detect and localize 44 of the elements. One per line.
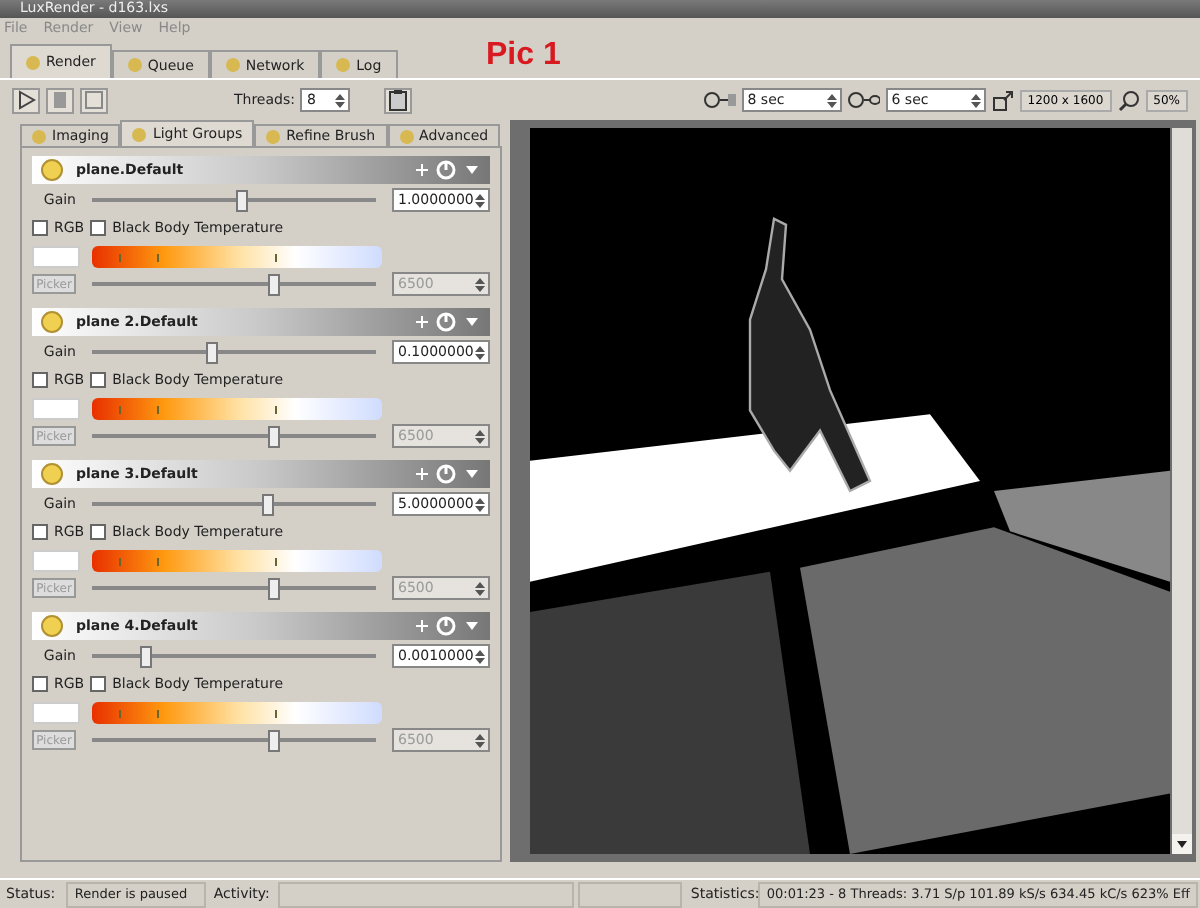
- header-controls-icon: [410, 160, 482, 180]
- stop-button[interactable]: [80, 87, 108, 113]
- checkbox[interactable]: [90, 372, 107, 388]
- progress-field: [578, 881, 683, 907]
- zoom-icon: [1117, 89, 1140, 111]
- annotation-label: Pic 1: [486, 38, 561, 74]
- checkbox[interactable]: [90, 524, 107, 540]
- spinner-arrows-icon[interactable]: [474, 275, 486, 293]
- timer-eye-icon: [847, 90, 880, 110]
- header-controls-icon: [410, 616, 482, 636]
- checkbox[interactable]: [32, 676, 48, 692]
- checkbox[interactable]: [32, 220, 48, 236]
- color-swatch[interactable]: [32, 397, 80, 419]
- checkbox[interactable]: [32, 372, 48, 388]
- spinner-arrows-icon[interactable]: [474, 191, 486, 209]
- clipboard-button[interactable]: [384, 87, 413, 113]
- checkbox[interactable]: [90, 220, 107, 236]
- resize-icon: [991, 89, 1014, 111]
- checkbox[interactable]: [32, 524, 48, 540]
- stop-icon: [84, 90, 104, 110]
- spinner-arrows-icon[interactable]: [334, 91, 347, 109]
- bulb-icon: [40, 614, 64, 638]
- bulb-icon: [40, 310, 64, 334]
- header-controls-icon: [410, 312, 482, 332]
- bulb-icon: [40, 158, 64, 182]
- timer-icon: [703, 90, 736, 110]
- spinner-arrows-icon[interactable]: [969, 91, 982, 109]
- spinner-arrows-icon[interactable]: [474, 495, 486, 513]
- spinner-arrows-icon[interactable]: [474, 647, 486, 665]
- clipboard-icon: [386, 88, 411, 112]
- spinner-arrows-icon[interactable]: [474, 731, 486, 749]
- color-swatch[interactable]: [32, 549, 80, 571]
- bulb-icon: [40, 462, 64, 486]
- header-controls-icon: [410, 464, 482, 484]
- pause-icon: [50, 90, 70, 110]
- play-icon: [16, 90, 36, 110]
- spinner-arrows-icon[interactable]: [474, 427, 486, 445]
- color-swatch[interactable]: [32, 245, 80, 267]
- spinner-arrows-icon[interactable]: [825, 91, 838, 109]
- color-swatch[interactable]: [32, 701, 80, 723]
- checkbox[interactable]: [90, 676, 107, 692]
- spinner-arrows-icon[interactable]: [474, 343, 486, 361]
- play-button[interactable]: [12, 87, 40, 113]
- spinner-arrows-icon[interactable]: [474, 579, 486, 597]
